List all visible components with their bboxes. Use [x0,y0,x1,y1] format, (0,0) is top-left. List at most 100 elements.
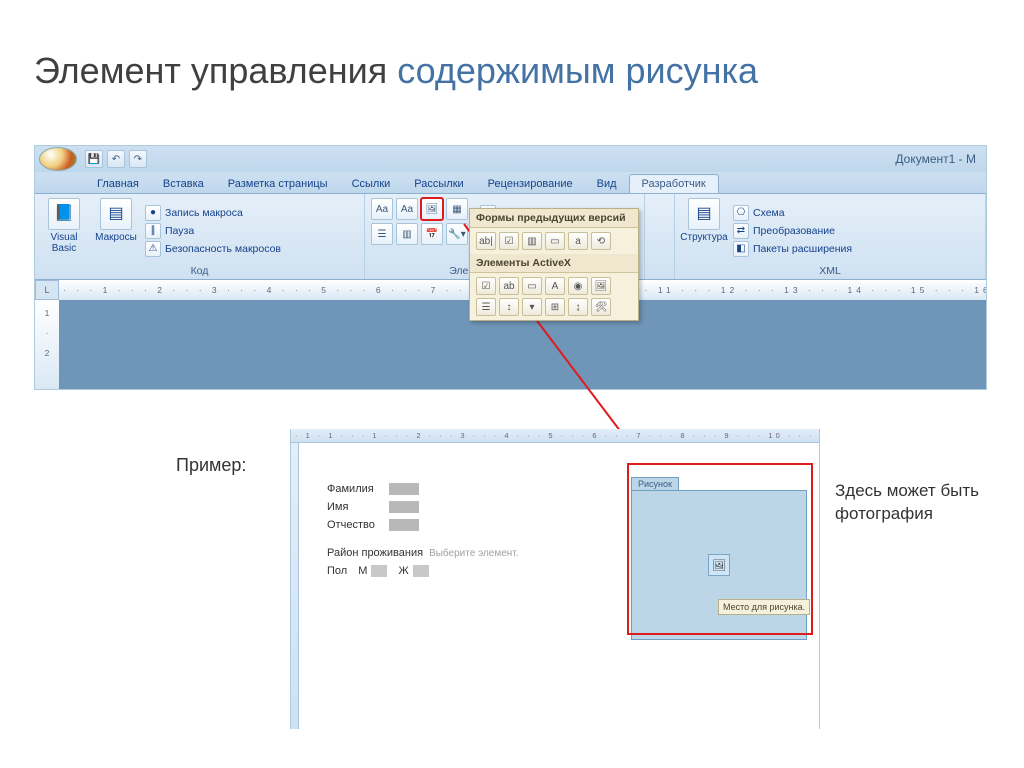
title-part-2: содержимым рисунка [397,50,758,91]
spacer-group [645,194,675,279]
structure-icon: ▤ [688,198,720,230]
vertical-ruler: 1·2 [35,300,59,390]
buildingblock-control-icon[interactable]: ▦ [446,198,468,220]
plaintext-control-icon[interactable]: Aa [396,198,418,220]
macros-icon: ▤ [100,198,132,230]
gender-f-label: Ж [399,565,409,577]
doc2-horizontal-ruler: · 1 · 1 · · · 1 · · · 2 · · · 3 · · · 4 … [291,429,819,443]
undo-icon[interactable]: ↶ [107,150,125,168]
vb-icon: 📘 [48,198,80,230]
packs-icon: ◧ [733,241,749,257]
structure-label: Структура [680,232,727,243]
picture-control-icon[interactable]: 🖼 [421,198,443,220]
tab-references[interactable]: Ссылки [340,175,403,193]
legacy-forms-header: Формы предыдущих версий [470,209,638,228]
record-macro-button[interactable]: ●Запись макроса [145,205,281,221]
legacy-reset-icon[interactable]: ⟲ [591,232,611,250]
lastname-field[interactable] [389,483,419,495]
dropdown-control-icon[interactable]: ▥ [396,223,418,245]
picture-placeholder-icon: 🖼 [708,554,730,576]
legacy-textfield-icon[interactable]: ab| [476,232,496,250]
gender-m-checkbox[interactable] [371,565,387,577]
macro-security-button[interactable]: ⚠ Безопасность макросов [145,241,281,257]
gender-m-label: М [358,565,367,577]
photo-note: Здесь может быть фотография [835,480,985,526]
group-code: 📘 Visual Basic ▤ Макросы ●Запись макроса… [35,194,365,279]
title-part-1: Элемент управления [34,50,397,91]
picture-tooltip: Место для рисунка. [718,599,810,615]
tab-insert[interactable]: Вставка [151,175,216,193]
group-xml: ▤ Структура ⎔ Схема ⇄ Преобразование ◧ Паке… [675,194,986,279]
macros-button[interactable]: ▤ Макросы [93,198,139,263]
word-document-preview: · 1 · 1 · · · 1 · · · 2 · · · 3 · · · 4 … [290,429,820,729]
save-icon[interactable]: 💾 [85,150,103,168]
pause-icon: ∥ [145,223,161,239]
packs-label: Пакеты расширения [753,243,852,255]
ax-label-icon[interactable]: A [545,277,565,295]
ax-combo-icon[interactable]: ▾ [522,298,542,316]
example-label: Пример: [176,455,246,476]
macros-label: Макросы [95,232,137,243]
slide-title: Элемент управления содержимым рисунка [34,50,758,92]
schema-button[interactable]: ⎔ Схема [733,205,852,221]
redo-icon[interactable]: ↷ [129,150,147,168]
legacy-dropdown-icon[interactable]: ▥ [522,232,542,250]
vb-label: Visual Basic [41,232,87,254]
word-ribbon-window: 💾 ↶ ↷ Документ1 - M Главная Вставка Разм… [34,145,987,390]
tab-layout[interactable]: Разметка страницы [216,175,340,193]
legacy-frame-icon[interactable]: ▭ [545,232,565,250]
ax-scroll-icon[interactable]: ↕ [499,298,519,316]
ax-more-icon[interactable]: 🛠 [591,298,611,316]
tab-view[interactable]: Вид [585,175,629,193]
group-xml-label: XML [681,263,979,277]
ax-button-icon[interactable]: ▭ [522,277,542,295]
ax-list-icon[interactable]: ☰ [476,298,496,316]
combobox-control-icon[interactable]: ☰ [371,223,393,245]
tab-developer[interactable]: Разработчик [629,174,719,193]
doc2-vertical-ruler [291,443,299,729]
picture-control-area[interactable]: 🖼 Место для рисунка. [631,490,807,640]
ax-checkbox-icon[interactable]: ☑ [476,277,496,295]
transform-icon: ⇄ [733,223,749,239]
tab-review[interactable]: Рецензирование [476,175,585,193]
picture-content-control[interactable]: Рисунок 🖼 Место для рисунка. [631,477,807,640]
quick-access-toolbar: 💾 ↶ ↷ Документ1 - M [35,146,986,172]
lastname-label: Фамилия [327,483,383,495]
district-placeholder[interactable]: Выберите элемент. [429,548,518,559]
pause-recording-button[interactable]: ∥Пауза [145,223,281,239]
tab-home[interactable]: Главная [85,175,151,193]
picture-control-tab: Рисунок [631,477,679,490]
controls-grid: Aa Aa 🖼 ▦ ☰ ▥ 📅 🔧▾ [371,198,468,263]
group-code-label: Код [41,263,358,277]
security-icon: ⚠ [145,241,161,257]
ruler-corner: L [35,280,59,300]
ax-toggle-icon[interactable]: ⊞ [545,298,565,316]
activex-header: Элементы ActiveX [470,254,638,273]
gender-label: Пол [327,565,347,577]
legacy-shading-icon[interactable]: a [568,232,588,250]
legacy-tools-icon[interactable]: 🔧▾ [446,223,468,245]
richtext-control-icon[interactable]: Aa [371,198,393,220]
ax-option-icon[interactable]: ◉ [568,277,588,295]
firstname-field[interactable] [389,501,419,513]
schema-icon: ⎔ [733,205,749,221]
ax-image-icon[interactable]: 🖼 [591,277,611,295]
record-icon: ● [145,205,161,221]
schema-label: Схема [753,207,785,219]
patronymic-field[interactable] [389,519,419,531]
district-label: Район проживания [327,547,423,559]
structure-button[interactable]: ▤ Структура [681,198,727,263]
patronymic-label: Отчество [327,519,383,531]
visual-basic-button[interactable]: 📘 Visual Basic [41,198,87,263]
office-button[interactable] [39,147,77,171]
ax-textbox-icon[interactable]: ab [499,277,519,295]
datepicker-control-icon[interactable]: 📅 [421,223,443,245]
transform-label: Преобразование [753,225,835,237]
legacy-checkbox-icon[interactable]: ☑ [499,232,519,250]
gender-f-checkbox[interactable] [413,565,429,577]
tab-mailings[interactable]: Рассылки [402,175,475,193]
security-label: Безопасность макросов [165,243,281,255]
ax-spin-icon[interactable]: ↨ [568,298,588,316]
expansion-packs-button[interactable]: ◧ Пакеты расширения [733,241,852,257]
transform-button[interactable]: ⇄ Преобразование [733,223,852,239]
